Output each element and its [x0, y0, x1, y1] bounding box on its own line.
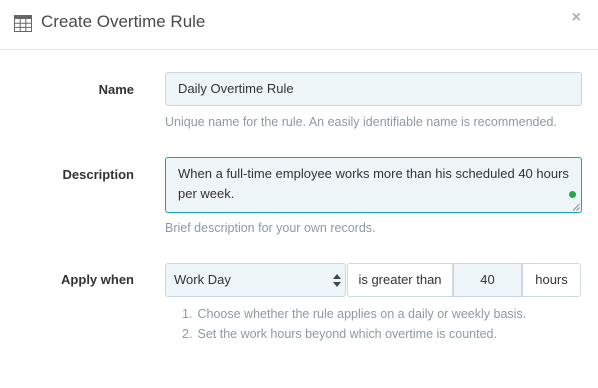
name-label: Name — [98, 82, 134, 97]
name-input[interactable]: Daily Overtime Rule — [165, 72, 582, 106]
apply-when-help-list: 1. Choose whether the rule applies on a … — [182, 304, 526, 344]
comparator-addon: is greater than — [347, 263, 453, 297]
dialog-title: Create Overtime Rule — [41, 12, 206, 31]
period-select-value: Work Day — [174, 272, 231, 287]
period-select[interactable]: Work Day — [165, 263, 346, 297]
status-dot-icon — [569, 191, 576, 198]
unit-addon: hours — [522, 263, 581, 297]
description-label: Description — [62, 167, 134, 182]
resize-handle-icon[interactable] — [572, 203, 580, 211]
description-textarea[interactable]: When a full-time employee works more tha… — [165, 157, 582, 213]
description-text: When a full-time employee works more tha… — [178, 166, 569, 201]
sort-arrows-icon — [333, 274, 341, 287]
hours-input[interactable]: 40 — [453, 263, 522, 297]
apply-when-label: Apply when — [61, 272, 134, 287]
close-button[interactable]: × — [572, 10, 581, 26]
calendar-grid-icon — [14, 15, 32, 32]
description-help-text: Brief description for your own records. — [165, 221, 376, 235]
list-item: 1. Choose whether the rule applies on a … — [182, 307, 527, 321]
name-help-text: Unique name for the rule. An easily iden… — [165, 115, 557, 129]
dialog-header: Create Overtime Rule × — [0, 0, 598, 50]
list-item: 2. Set the work hours beyond which overt… — [182, 327, 497, 341]
